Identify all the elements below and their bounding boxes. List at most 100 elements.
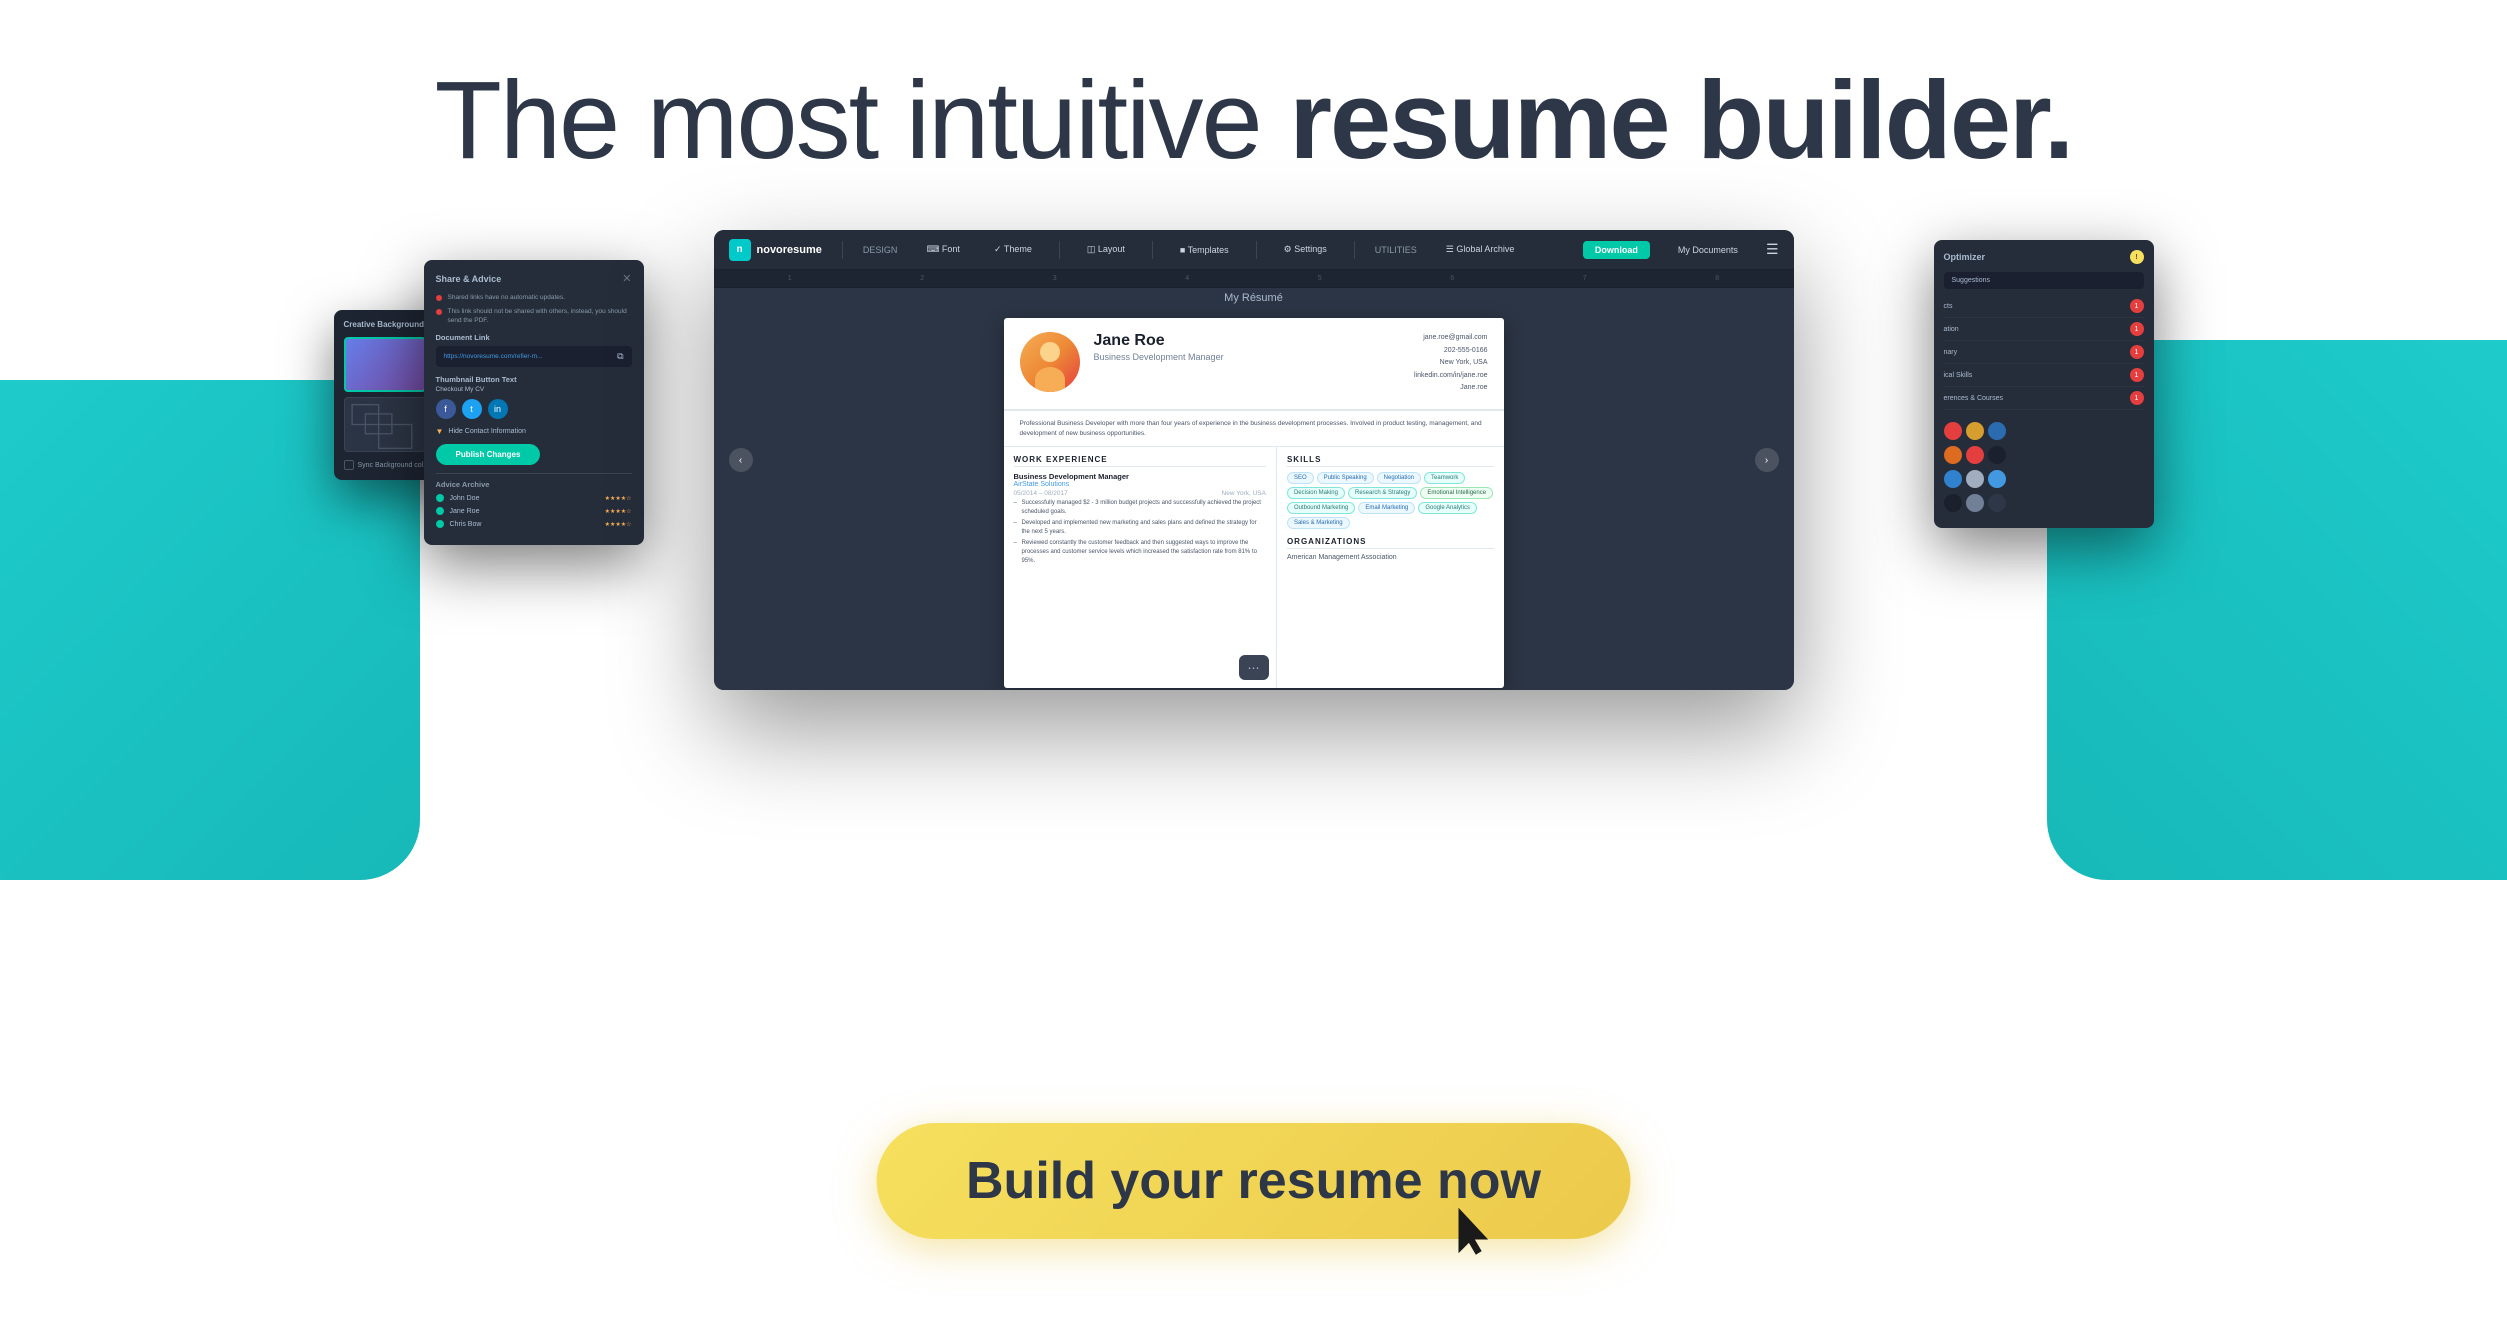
toolbar-sep-1: [842, 241, 843, 259]
phone: 202-555-0166: [1414, 345, 1488, 358]
advisor-rating-3: ★★★★☆: [605, 521, 632, 528]
skills-container: SEO Public Speaking Negotiation Teamwork…: [1287, 472, 1494, 529]
ruler-bar: 1 2 3 4 5 6 7 8: [714, 270, 1794, 288]
color-row-3: [1944, 470, 2144, 488]
advisor-name-2: Jane Roe: [450, 508, 599, 515]
optimizer-item-1: cts 1: [1944, 295, 2144, 318]
swatch-orange-1[interactable]: [1944, 446, 1962, 464]
share-link-box: https://novoresume.com/refier-m... ⧉: [436, 346, 632, 367]
main-headline: The most intuitive resume builder.: [0, 60, 2507, 181]
color-row-4: [1944, 494, 2144, 512]
hide-contact-text: Hide Contact Information: [448, 428, 525, 435]
linkedin-btn[interactable]: in: [488, 399, 508, 419]
toolbar-utilities-label: Utilities: [1375, 245, 1417, 255]
optimizer-label-3: nary: [1944, 349, 1958, 356]
share-link-copy-btn[interactable]: ⧉: [617, 351, 623, 362]
logo[interactable]: n novoresume: [729, 239, 822, 261]
skill-negotiation: Negotiation: [1377, 472, 1421, 484]
advisor-john-doe: John Doe ★★★★☆: [436, 494, 632, 502]
resume-header: Jane Roe Business Development Manager ja…: [1004, 318, 1504, 411]
thumbnail-label: Thumbnail Button Text: [436, 375, 632, 384]
nav-next-btn[interactable]: ›: [1755, 448, 1779, 472]
skill-google-analytics: Google Analytics: [1418, 502, 1477, 514]
share-text-1: Shared links have no automatic updates.: [448, 293, 565, 302]
triangle-icon: ▼: [436, 427, 444, 436]
share-panel-close-btn[interactable]: ✕: [622, 272, 631, 285]
swatch-charcoal-1[interactable]: [1988, 494, 2006, 512]
toolbar-sep-3: [1152, 241, 1153, 259]
headline-regular: The most intuitive: [435, 59, 1290, 182]
optimizer-label-4: ical Skills: [1944, 372, 1973, 379]
toolbar-sep-5: [1354, 241, 1355, 259]
share-panel-header: Share & Advice ✕: [436, 272, 632, 285]
nav-prev-btn[interactable]: ‹: [729, 448, 753, 472]
swatch-red-1[interactable]: [1944, 422, 1962, 440]
swatch-dark-1[interactable]: [1988, 446, 2006, 464]
avatar: [1020, 332, 1080, 392]
toolbar-my-docs-btn[interactable]: My Documents: [1670, 242, 1746, 258]
share-bullet-2: This link should not be shared with othe…: [436, 307, 632, 325]
resume-area: Jane Roe Business Development Manager ja…: [714, 308, 1794, 690]
toolbar-layout-btn[interactable]: ◫ Layout: [1080, 241, 1132, 258]
advisor-dot-1: [436, 494, 444, 502]
hide-contact-row: ▼ Hide Contact Information: [436, 427, 632, 436]
resume-summary: Professional Business Developer with mor…: [1004, 411, 1504, 448]
optimizer-badge-2: 1: [2130, 322, 2144, 336]
resume-name: Jane Roe: [1094, 332, 1400, 350]
bg-item-1[interactable]: [344, 337, 427, 392]
share-bullet-1: Shared links have no automatic updates.: [436, 293, 632, 302]
toolbar-archive-btn[interactable]: ☰ Global Archive: [1439, 241, 1522, 258]
resume-job-title: Business Development Manager: [1094, 352, 1400, 362]
swatch-blue-2[interactable]: [1944, 470, 1962, 488]
toolbar-settings-btn[interactable]: ⚙ Settings: [1277, 241, 1334, 258]
main-toolbar: n novoresume Design ⌨ Font ✓ Theme ◫ Lay…: [714, 230, 1794, 270]
chat-bubble-btn[interactable]: ⋯: [1239, 655, 1269, 680]
swatch-gray-1[interactable]: [1966, 470, 1984, 488]
job-location: New York, USA: [1222, 490, 1266, 497]
optimizer-item-5: erences & Courses 1: [1944, 387, 2144, 410]
linkedin: linkedin.com/in/jane.roe: [1414, 370, 1488, 383]
swatch-red-2[interactable]: [1966, 446, 1984, 464]
toolbar-download-btn[interactable]: Download: [1583, 241, 1650, 259]
bg-sync-checkbox[interactable]: [344, 460, 354, 470]
optimizer-header: Optimizer !: [1944, 250, 2144, 264]
name-block: Jane Roe Business Development Manager: [1094, 332, 1400, 395]
advisor-rating-2: ★★★★☆: [605, 508, 632, 515]
advisor-rating-1: ★★★★☆: [605, 495, 632, 502]
toolbar-menu-btn[interactable]: ☰: [1766, 241, 1779, 258]
toolbar-templates-btn[interactable]: ■ Templates: [1173, 242, 1236, 258]
swatch-gray-2[interactable]: [1966, 494, 1984, 512]
advisor-name-3: Chris Bow: [450, 521, 599, 528]
toolbar-font-btn[interactable]: ⌨ Font: [919, 241, 967, 258]
bg-sync-text: Sync Background col...: [358, 462, 430, 469]
optimizer-badge-3: 1: [2130, 345, 2144, 359]
contact-info: jane.roe@gmail.com 202-555-0166 New York…: [1414, 332, 1488, 395]
optimizer-label-1: cts: [1944, 303, 1953, 310]
bullet-1: Successfully managed $2 - 3 million budg…: [1014, 499, 1266, 517]
cursor: [1454, 1204, 2427, 1264]
skill-research-strategy: Research & Strategy: [1348, 487, 1417, 499]
toolbar-theme-btn[interactable]: ✓ Theme: [987, 241, 1039, 258]
share-social-row: f t in: [436, 399, 632, 419]
swatch-dark-2[interactable]: [1944, 494, 1962, 512]
orgs-heading: ORGANIZATIONS: [1287, 537, 1494, 549]
resume-page: Jane Roe Business Development Manager ja…: [1004, 318, 1504, 688]
advisor-dot-3: [436, 520, 444, 528]
optimizer-suggestions[interactable]: Suggestions: [1944, 272, 2144, 289]
twitter-btn[interactable]: t: [462, 399, 482, 419]
swatch-blue-1[interactable]: [1988, 422, 2006, 440]
swatch-blue-3[interactable]: [1988, 470, 2006, 488]
share-panel-title: Share & Advice: [436, 274, 502, 284]
logo-icon: n: [729, 239, 751, 261]
facebook-btn[interactable]: f: [436, 399, 456, 419]
bg-item-3[interactable]: [344, 397, 427, 452]
toolbar-sep-4: [1256, 241, 1257, 259]
optimizer-label-2: ation: [1944, 326, 1959, 333]
resume-right-col: SKILLS SEO Public Speaking Negotiation T…: [1277, 447, 1504, 688]
cursor-icon: [1454, 1204, 1494, 1259]
skills-heading: SKILLS: [1287, 455, 1494, 467]
skill-sales-marketing: Sales & Marketing: [1287, 517, 1350, 529]
swatch-gold-1[interactable]: [1966, 422, 1984, 440]
job-title: Business Development Manager: [1014, 472, 1266, 481]
publish-changes-btn[interactable]: Publish Changes: [436, 444, 541, 465]
